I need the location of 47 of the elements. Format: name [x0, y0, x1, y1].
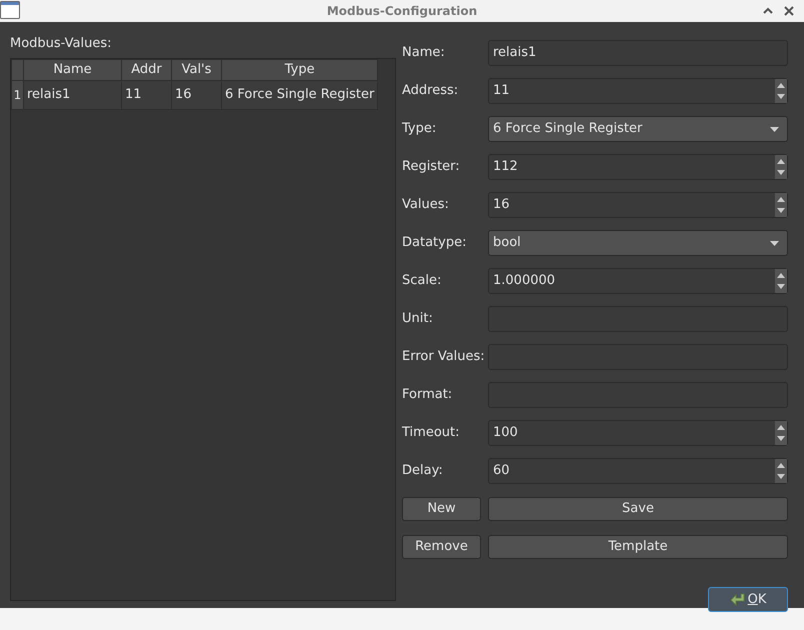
spin-box[interactable]: 11 — [488, 78, 788, 104]
spin-box[interactable]: 1.000000 — [488, 268, 788, 294]
dropdown[interactable]: bool — [488, 230, 788, 256]
table-cell: relais1 — [24, 80, 122, 110]
spin-arrows-icon[interactable] — [775, 459, 787, 483]
column-header[interactable]: Name — [24, 60, 122, 80]
spin-arrows-icon[interactable] — [775, 193, 787, 217]
column-header[interactable]: Addr — [122, 60, 172, 80]
field-label: Format: — [402, 386, 454, 404]
list-label: Modbus-Values: — [10, 35, 112, 53]
table-cell: 16 — [172, 80, 222, 110]
field-label: Register: — [402, 158, 461, 176]
field-label: Timeout: — [402, 424, 460, 442]
table-cell: 11 — [122, 80, 172, 110]
spin-arrows-icon[interactable] — [775, 269, 787, 293]
row-number[interactable]: 1 — [12, 80, 24, 110]
button[interactable]: New — [402, 497, 481, 521]
button[interactable]: Save — [488, 497, 788, 521]
button[interactable]: Remove — [402, 535, 481, 559]
spin-arrows-icon[interactable] — [775, 79, 787, 103]
field-label: Type: — [402, 120, 438, 138]
column-header[interactable]: Type — [222, 60, 378, 80]
spin-box[interactable]: 16 — [488, 192, 788, 218]
button[interactable]: Template — [488, 535, 788, 559]
spin-box[interactable]: 112 — [488, 154, 788, 180]
spin-arrows-icon[interactable] — [775, 421, 787, 445]
spin-arrows-icon[interactable] — [775, 155, 787, 179]
field-label: Scale: — [402, 272, 442, 290]
table-cell: 6 Force Single Register — [222, 80, 378, 110]
field-label: Values: — [402, 196, 450, 214]
dropdown-arrow-icon — [770, 240, 779, 246]
dropdown[interactable]: 6 Force Single Register — [488, 116, 788, 142]
spin-box[interactable]: 60 — [488, 458, 788, 484]
input-field[interactable]: relais1 — [488, 40, 788, 66]
field-label: Delay: — [402, 462, 444, 480]
close-icon[interactable] — [783, 5, 795, 17]
window-title: Modbus-Configuration — [326, 3, 478, 20]
field-label: Address: — [402, 82, 460, 100]
window-icon — [0, 1, 20, 19]
field-label: Unit: — [402, 310, 434, 328]
ok-button[interactable]: OK — [708, 587, 788, 612]
field-label: Error Values: — [402, 348, 486, 366]
spin-box[interactable]: 100 — [488, 420, 788, 446]
dropdown-arrow-icon — [770, 126, 779, 132]
field-label: Name: — [402, 44, 446, 62]
column-header[interactable]: Val's — [172, 60, 222, 80]
field-label: Datatype: — [402, 234, 468, 252]
